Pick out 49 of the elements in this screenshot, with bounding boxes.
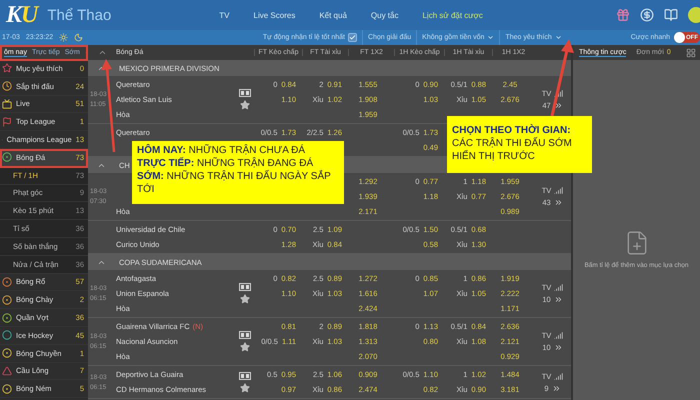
star-icon[interactable]	[240, 100, 250, 110]
flag-icon	[2, 116, 12, 127]
puck-icon	[2, 330, 12, 340]
ball-icon	[2, 152, 12, 162]
ball-icon	[2, 312, 12, 323]
nav-link[interactable]: TV	[219, 10, 230, 20]
scoreboard-icon[interactable]	[239, 283, 251, 291]
note-text: SỚM: NHỮNG TRẬN THI ĐẤU NGÀY SẮP TỚI	[137, 170, 332, 196]
star-icon[interactable]	[240, 382, 250, 392]
scoreboard-icon[interactable]	[239, 89, 251, 97]
star-icon[interactable]	[240, 342, 250, 352]
ball-icon	[2, 276, 12, 287]
tv-icon	[2, 98, 12, 109]
signal-icon	[554, 331, 564, 340]
signal-icon	[554, 186, 564, 195]
clock-icon	[2, 81, 12, 92]
signal-icon	[554, 372, 564, 380]
caret-icon	[554, 34, 562, 41]
expand-icon[interactable]	[552, 384, 561, 392]
star-icon	[2, 63, 12, 74]
scoreboard-icon[interactable]	[239, 372, 251, 380]
avatar[interactable]	[688, 7, 700, 23]
ball-icon	[2, 294, 12, 305]
note-text: TRỰC TIẾP: NHỮNG TRẬN ĐANG ĐÁ	[137, 157, 314, 170]
ball-icon	[2, 384, 12, 394]
signal-icon	[554, 283, 564, 292]
checkbox[interactable]	[348, 33, 357, 42]
sun-icon[interactable]	[59, 33, 68, 42]
page-title: Thể Thao	[47, 6, 112, 24]
expand-icon[interactable]	[554, 101, 563, 110]
nav-link[interactable]: Live Scores	[254, 10, 296, 20]
star-icon[interactable]	[240, 294, 250, 304]
expand-icon[interactable]	[554, 295, 563, 304]
scoreboard-icon[interactable]	[239, 331, 251, 339]
expand-icon[interactable]	[554, 198, 563, 207]
book-icon[interactable]	[664, 8, 678, 22]
caret-icon	[487, 34, 494, 41]
shuttlecock-icon	[2, 366, 12, 376]
nav-link[interactable]: Quy tắc	[370, 10, 398, 20]
ball-icon	[2, 348, 12, 358]
expand-icon[interactable]	[554, 343, 563, 352]
note-text: HÔM NAY: NHỮNG TRẬN CHƯA ĐÁ	[137, 144, 306, 157]
moon-icon[interactable]	[74, 33, 84, 42]
logo[interactable]: KU	[6, 2, 38, 28]
grid-icon[interactable]	[686, 48, 696, 58]
nav-link[interactable]: Kết quả	[319, 10, 347, 20]
dollar-icon[interactable]	[640, 8, 654, 22]
note-text: CHỌN THEO THỜI GIAN: CÁC TRẬN THI ĐẤU SỚM HIỂN THỊ TRƯỚC	[452, 124, 573, 163]
nav-link[interactable]: Lịch sử đặt cược	[422, 10, 483, 20]
